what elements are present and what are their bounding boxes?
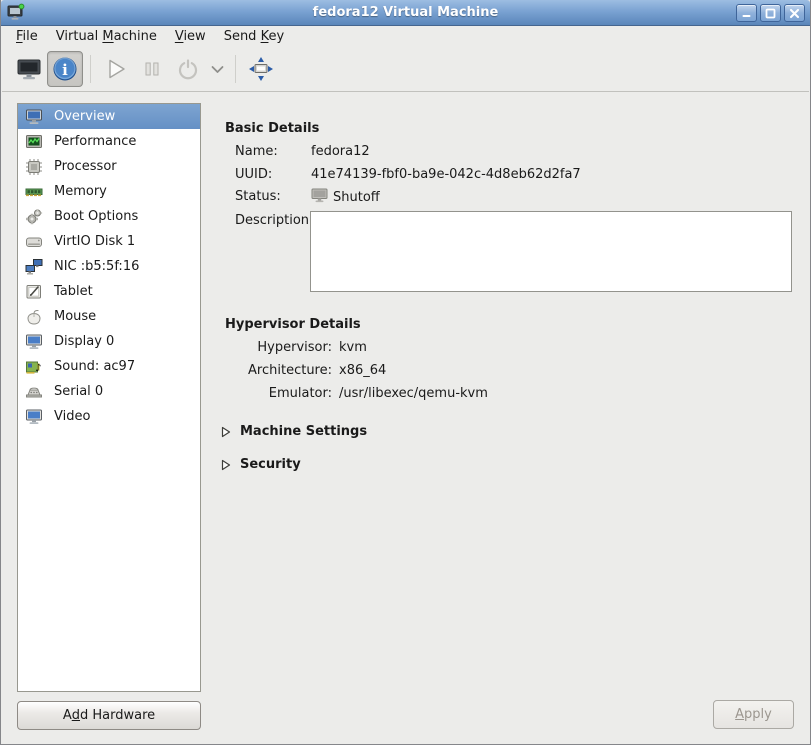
pause-icon [141, 58, 163, 80]
toolbar-separator [90, 55, 91, 83]
sound-card-icon: ♪ [24, 357, 43, 376]
sidebar-item-label: Overview [54, 109, 115, 124]
sidebar-item-overview[interactable]: Overview [18, 104, 200, 129]
hypervisor-value: kvm [339, 340, 367, 355]
expander-arrow-icon [221, 426, 231, 438]
hardware-list: Overview Performance Processor Memory Bo… [17, 103, 201, 692]
sidebar-item-label: Processor [54, 159, 117, 174]
sidebar-item-label: Sound: ac97 [54, 359, 135, 374]
close-button[interactable] [784, 4, 805, 22]
name-value: fedora12 [311, 144, 370, 159]
svg-text:i: i [62, 61, 68, 79]
shutoff-monitor-icon [311, 187, 328, 208]
menu-virtual-machine[interactable]: Virtual Machine [47, 27, 166, 46]
sidebar-item-boot-options[interactable]: Boot Options [18, 204, 200, 229]
toolbar-separator [235, 55, 236, 83]
close-icon [789, 8, 800, 19]
shutdown-menu-button[interactable] [206, 51, 228, 87]
name-label: Name: [235, 144, 278, 159]
emulator-label: Emulator: [225, 386, 332, 401]
description-label: Description: [235, 213, 313, 228]
window-title: fedora12 Virtual Machine [1, 5, 810, 20]
shutdown-button[interactable] [170, 51, 206, 87]
expander-arrow-icon [221, 459, 231, 471]
sidebar-item-video[interactable]: Video [18, 404, 200, 429]
sidebar-item-performance[interactable]: Performance [18, 129, 200, 154]
status-label: Status: [235, 189, 281, 204]
ram-icon [24, 182, 43, 201]
sidebar-item-label: Mouse [54, 309, 96, 324]
description-input[interactable] [310, 211, 792, 292]
sidebar-item-memory[interactable]: Memory [18, 179, 200, 204]
apply-button[interactable]: Apply [713, 700, 794, 729]
hypervisor-details-heading: Hypervisor Details [225, 317, 361, 332]
sidebar-item-virtio-disk-1[interactable]: VirtIO Disk 1 [18, 229, 200, 254]
menu-send-key[interactable]: Send Key [215, 27, 293, 46]
sidebar-item-serial-0[interactable]: Serial 0 [18, 379, 200, 404]
machine-settings-expander[interactable]: Machine Settings [221, 424, 367, 439]
sidebar-item-label: Memory [54, 184, 107, 199]
network-icon [24, 257, 43, 276]
chevron-down-icon [211, 65, 224, 74]
fullscreen-button[interactable] [243, 51, 279, 87]
uuid-value: 41e74139-fbf0-ba9e-042c-4d8eb62d2fa7 [311, 167, 581, 182]
monitor-icon [24, 107, 43, 126]
hypervisor-label: Hypervisor: [225, 340, 332, 355]
toolbar: i [2, 47, 809, 92]
expander-label: Machine Settings [240, 424, 367, 439]
gears-icon [24, 207, 43, 226]
power-icon [176, 57, 200, 81]
performance-chart-icon [24, 132, 43, 151]
tablet-pen-icon [24, 282, 43, 301]
sidebar-item-tablet[interactable]: Tablet [18, 279, 200, 304]
mouse-icon [24, 307, 43, 326]
emulator-value: /usr/libexec/qemu-kvm [339, 386, 488, 401]
add-hardware-button[interactable]: Add Hardware [17, 701, 201, 730]
sidebar-item-label: Boot Options [54, 209, 138, 224]
svg-text:♪: ♪ [35, 363, 41, 374]
sidebar-item-mouse[interactable]: Mouse [18, 304, 200, 329]
show-console-button[interactable] [11, 51, 47, 87]
titlebar[interactable]: fedora12 Virtual Machine [1, 0, 810, 26]
sidebar-item-display-0[interactable]: Display 0 [18, 329, 200, 354]
sidebar-item-label: Video [54, 409, 90, 424]
minimize-button[interactable] [736, 4, 757, 22]
play-icon [104, 57, 128, 81]
info-icon: i [52, 56, 78, 82]
sidebar-item-label: Performance [54, 134, 136, 149]
virt-manager-window: fedora12 Virtual Machine File Virtual Ma… [0, 0, 811, 745]
menu-file[interactable]: File [7, 27, 47, 46]
fullscreen-arrows-icon [247, 55, 275, 83]
pause-button[interactable] [134, 51, 170, 87]
sidebar-item-label: NIC :b5:5f:16 [54, 259, 139, 274]
maximize-button[interactable] [760, 4, 781, 22]
basic-details-heading: Basic Details [225, 121, 319, 136]
minimize-icon [741, 8, 752, 19]
disk-icon [24, 232, 43, 251]
serial-port-icon [24, 382, 43, 401]
maximize-icon [765, 8, 776, 19]
security-expander[interactable]: Security [221, 457, 301, 472]
menu-view[interactable]: View [166, 27, 215, 46]
sidebar-item-processor[interactable]: Processor [18, 154, 200, 179]
run-button[interactable] [98, 51, 134, 87]
sidebar-item-label: Display 0 [54, 334, 114, 349]
console-monitor-icon [16, 56, 42, 82]
menubar: File Virtual Machine View Send Key [2, 26, 809, 47]
display-icon [24, 332, 43, 351]
app-window-icon[interactable] [5, 2, 27, 24]
uuid-label: UUID: [235, 167, 272, 182]
sidebar-item-nic[interactable]: NIC :b5:5f:16 [18, 254, 200, 279]
video-display-icon [24, 407, 43, 426]
architecture-value: x86_64 [339, 363, 386, 378]
cpu-icon [24, 157, 43, 176]
show-details-button[interactable]: i [47, 51, 83, 87]
sidebar-item-label: VirtIO Disk 1 [54, 234, 135, 249]
sidebar-item-sound[interactable]: ♪ Sound: ac97 [18, 354, 200, 379]
sidebar-item-label: Tablet [54, 284, 93, 299]
sidebar-item-label: Serial 0 [54, 384, 103, 399]
status-value: Shutoff [333, 190, 380, 205]
architecture-label: Architecture: [225, 363, 332, 378]
expander-label: Security [240, 457, 301, 472]
